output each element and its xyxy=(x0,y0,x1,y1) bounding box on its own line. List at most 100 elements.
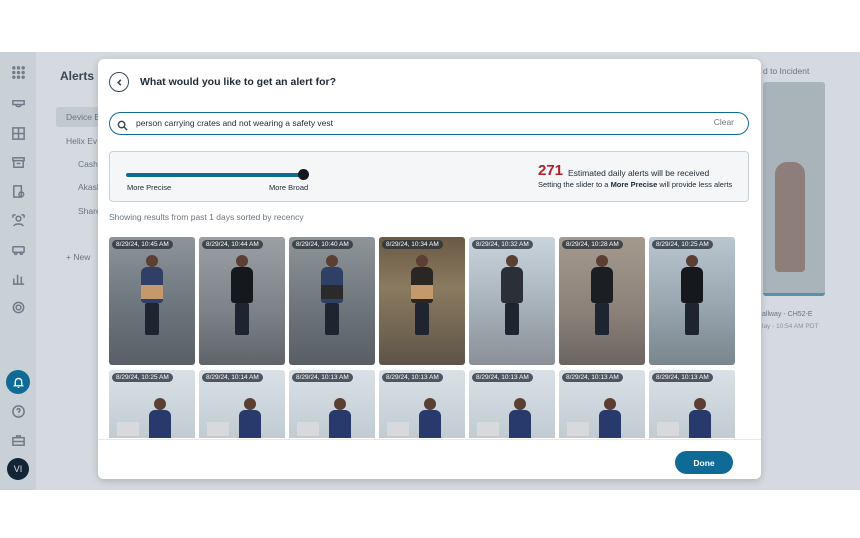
person-figure-head xyxy=(326,255,338,267)
avatar[interactable]: VI xyxy=(7,458,29,480)
person-figure-head xyxy=(596,255,608,267)
thumbnail-timestamp: 8/29/24, 10:13 AM xyxy=(652,373,713,382)
result-thumbnail[interactable]: 8/29/24, 10:13 AM xyxy=(289,370,375,438)
crate-figure xyxy=(117,422,139,436)
person-figure-legs xyxy=(415,303,429,335)
slider-hint: Setting the slider to a More Precise wil… xyxy=(538,180,732,189)
person-figure-body xyxy=(419,410,441,438)
slider-hint-bold: More Precise xyxy=(610,180,658,189)
crate-figure xyxy=(657,422,679,436)
person-figure-body xyxy=(591,267,613,303)
thumbnail-timestamp: 8/29/24, 10:25 AM xyxy=(112,373,173,382)
result-thumbnail[interactable]: 8/29/24, 10:13 AM xyxy=(649,370,735,438)
archive-icon[interactable] xyxy=(8,152,28,172)
result-thumbnail[interactable]: 8/29/24, 10:13 AM xyxy=(469,370,555,438)
result-thumbnail[interactable]: 8/29/24, 10:44 AM xyxy=(199,237,285,365)
slider-hint-prefix: Setting the slider to a xyxy=(538,180,609,189)
result-thumbnail[interactable]: 8/29/24, 10:25 AM xyxy=(649,237,735,365)
camera-icon[interactable] xyxy=(8,94,28,114)
precision-slider-thumb[interactable] xyxy=(298,169,309,180)
video-preview[interactable] xyxy=(763,82,825,296)
camera-name: allway - CH52-E xyxy=(762,311,813,318)
thumbnail-timestamp: 8/29/24, 10:13 AM xyxy=(472,373,533,382)
result-thumbnail[interactable]: 8/29/24, 10:32 AM xyxy=(469,237,555,365)
thumbnail-timestamp: 8/29/24, 10:13 AM xyxy=(382,373,443,382)
more-broad-label: More Broad xyxy=(269,183,309,192)
modal-footer: Done xyxy=(98,439,761,479)
person-figure-head xyxy=(694,398,706,410)
thumbnail-timestamp: 8/29/24, 10:34 AM xyxy=(382,240,443,249)
search-input[interactable] xyxy=(136,115,696,131)
page-title: Alerts xyxy=(60,69,95,83)
crate-figure xyxy=(207,422,229,436)
nav-item-cash[interactable]: Cash xyxy=(78,159,98,169)
result-thumbnail[interactable]: 8/29/24, 10:28 AM xyxy=(559,237,645,365)
person-figure-head xyxy=(514,398,526,410)
person-figure-legs xyxy=(145,303,159,335)
back-arrow-icon xyxy=(116,78,121,86)
thumbnail-timestamp: 8/29/24, 10:13 AM xyxy=(292,373,353,382)
help-icon[interactable] xyxy=(8,401,28,421)
person-figure-head xyxy=(154,398,166,410)
device-icon[interactable] xyxy=(8,181,28,201)
result-thumbnail[interactable]: 8/29/24, 10:14 AM xyxy=(199,370,285,438)
crate-figure xyxy=(567,422,589,436)
vehicle-icon[interactable] xyxy=(8,239,28,259)
person-figure-body xyxy=(501,267,523,303)
person-figure-body xyxy=(149,410,171,438)
result-thumbnail[interactable]: 8/29/24, 10:13 AM xyxy=(559,370,645,438)
thumbnail-timestamp: 8/29/24, 10:14 AM xyxy=(202,373,263,382)
new-button[interactable]: + New xyxy=(66,252,90,262)
toolbox-icon[interactable] xyxy=(8,430,28,450)
result-thumbnail[interactable]: 8/29/24, 10:25 AM xyxy=(109,370,195,438)
back-button[interactable] xyxy=(109,72,129,92)
person-figure-body xyxy=(239,410,261,438)
search-box[interactable]: Clear xyxy=(109,112,749,135)
results-label: Showing results from past 1 days sorted … xyxy=(109,212,304,222)
modal-title: What would you like to get an alert for? xyxy=(140,76,337,88)
thumbnail-timestamp: 8/29/24, 10:25 AM xyxy=(652,240,713,249)
video-figure xyxy=(775,162,805,272)
layout-icon[interactable] xyxy=(8,123,28,143)
bell-icon[interactable] xyxy=(6,370,30,394)
person-figure-body xyxy=(509,410,531,438)
person-icon[interactable] xyxy=(8,210,28,230)
result-thumbnail[interactable]: 8/29/24, 10:40 AM xyxy=(289,237,375,365)
person-figure-head xyxy=(244,398,256,410)
nav-item-device[interactable]: Device E xyxy=(66,112,100,122)
person-figure-head xyxy=(506,255,518,267)
results-grid: 8/29/24, 10:45 AM 8/29/24, 10:44 AM 8/29/2… xyxy=(109,237,749,438)
thumbnail-timestamp: 8/29/24, 10:40 AM xyxy=(292,240,353,249)
result-thumbnail[interactable]: 8/29/24, 10:45 AM xyxy=(109,237,195,365)
chart-icon[interactable] xyxy=(8,268,28,288)
gear-icon[interactable] xyxy=(8,297,28,317)
crate-figure xyxy=(411,285,433,299)
grid-icon[interactable] xyxy=(8,62,28,82)
side-rail: VI xyxy=(0,52,36,490)
person-figure-body xyxy=(329,410,351,438)
person-figure-head xyxy=(334,398,346,410)
crate-figure xyxy=(477,422,499,436)
precision-slider-track[interactable] xyxy=(126,173,306,177)
crate-figure xyxy=(387,422,409,436)
person-figure-body xyxy=(599,410,621,438)
done-button[interactable]: Done xyxy=(675,451,733,474)
alert-modal: What would you like to get an alert for?… xyxy=(98,59,761,479)
thumbnail-timestamp: 8/29/24, 10:45 AM xyxy=(112,240,173,249)
person-figure-legs xyxy=(505,303,519,335)
person-figure-legs xyxy=(325,303,339,335)
nav-item-helix[interactable]: Helix Ev xyxy=(66,136,97,146)
estimated-alert-label: Estimated daily alerts will be received xyxy=(568,168,710,178)
more-precise-label: More Precise xyxy=(127,183,172,192)
slider-hint-suffix: will provide less alerts xyxy=(659,180,733,189)
result-thumbnail[interactable]: 8/29/24, 10:13 AM xyxy=(379,370,465,438)
camera-time: lay - 10:54 AM PDT xyxy=(762,323,819,330)
clear-button[interactable]: Clear xyxy=(714,117,734,127)
search-icon xyxy=(117,118,128,131)
add-to-incident-label: d to Incident xyxy=(763,66,810,76)
result-thumbnail[interactable]: 8/29/24, 10:34 AM xyxy=(379,237,465,365)
person-figure-body xyxy=(689,410,711,438)
thumbnail-timestamp: 8/29/24, 10:13 AM xyxy=(562,373,623,382)
precision-panel: More Precise More Broad 271 Estimated da… xyxy=(109,151,749,202)
person-figure-head xyxy=(424,398,436,410)
